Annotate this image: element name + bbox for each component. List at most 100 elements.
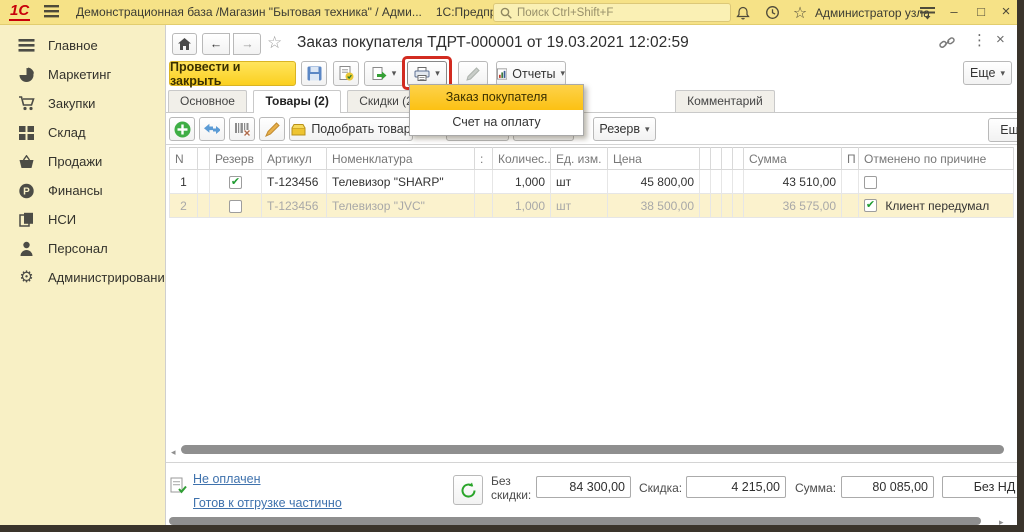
basket-icon (18, 155, 35, 169)
search-icon (500, 7, 512, 19)
report-chart-icon (497, 67, 507, 81)
sidebar-item-marketing[interactable]: Маркетинг (0, 60, 165, 89)
more-dots-icon[interactable]: ⋮ (972, 31, 988, 49)
duplicate-row-button[interactable] (199, 117, 225, 141)
footer-divider (166, 462, 1017, 463)
svg-text:Р: Р (23, 186, 30, 197)
print-menu: Заказ покупателя Счет на оплату (409, 84, 584, 136)
cancelled-checkbox[interactable] (864, 176, 877, 189)
home-button[interactable] (172, 33, 197, 55)
sidebar-item-personal[interactable]: Персонал (0, 234, 165, 263)
post-and-close-button[interactable]: Провести и закрыть (169, 61, 296, 86)
edit-button-disabled[interactable] (458, 61, 488, 86)
favorite-star-icon[interactable]: ☆ (267, 33, 282, 53)
table-row[interactable]: 2 Т-123456 Телевизор "JVC" 1,000 шт 38 5… (170, 194, 1014, 218)
scroll-left-arrow-icon[interactable]: ◂ (171, 447, 176, 458)
print-dropdown-button[interactable]: ▾ (407, 61, 447, 86)
post-document-button[interactable] (333, 61, 359, 86)
vat-field[interactable]: Без НД (942, 476, 1017, 498)
post-actions-dropdown[interactable]: ▾ (364, 61, 404, 86)
reports-dropdown-button[interactable]: Отчеты ▾ (496, 61, 566, 86)
post-document-icon (339, 66, 354, 81)
toolbar-divider (166, 144, 1017, 145)
home-icon (178, 38, 191, 50)
pick-goods-button[interactable]: Подобрать товар (289, 117, 413, 141)
print-menu-item-zakaz[interactable]: Заказ покупателя (410, 85, 583, 110)
menu-lines-icon (18, 39, 35, 52)
sidebar-item-sklad[interactable]: Склад (0, 118, 165, 147)
history-icon[interactable] (762, 4, 782, 21)
cancel-reason-cell[interactable]: Клиент передумал (859, 194, 1014, 218)
table-row[interactable]: 1 Т-123456 Телевизор "SHARP" 1,000 шт 45… (170, 170, 1014, 194)
shipment-status-link[interactable]: Готов к отгрузке частично (193, 496, 342, 510)
cancel-reason-text: Клиент передумал (885, 199, 989, 213)
reserve-dropdown-button[interactable]: Резерв ▾ (593, 117, 656, 141)
notifications-bell-icon[interactable] (733, 4, 753, 21)
main-menu-icon[interactable] (44, 5, 59, 23)
reserve-checkbox[interactable] (229, 200, 242, 213)
close-document-icon[interactable]: × (996, 31, 1005, 48)
form-more-button[interactable]: Еще ▾ (963, 61, 1012, 85)
goods-box-icon (291, 122, 306, 136)
current-user[interactable]: Администратор узла (815, 6, 930, 20)
document-title: Заказ покупателя ТДРТ-000001 от 19.03.20… (297, 34, 689, 52)
pie-chart-icon (18, 67, 35, 83)
forward-button[interactable]: → (233, 33, 261, 55)
discount-field[interactable]: 4 215,00 (686, 476, 786, 498)
document-status-icon (170, 477, 187, 499)
refresh-icon (460, 482, 477, 499)
tab-kommentariy[interactable]: Комментарий (675, 90, 775, 112)
sidebar-item-finansy[interactable]: Р Финансы (0, 176, 165, 205)
add-row-button[interactable] (169, 117, 195, 141)
sum-field[interactable]: 80 085,00 (841, 476, 934, 498)
window-title: Демонстрационная база /Магазин "Бытовая … (76, 5, 529, 19)
cart-icon (18, 96, 35, 111)
cancelled-checkbox[interactable] (864, 199, 877, 212)
gear-icon: ⚙ (18, 270, 35, 286)
printer-icon (414, 67, 430, 81)
sidebar-item-administrirovanie[interactable]: ⚙ Администрирование (0, 263, 165, 292)
change-row-button[interactable] (259, 117, 285, 141)
barcode-icon (235, 122, 250, 136)
tab-osnovnoe[interactable]: Основное (168, 90, 247, 112)
sum-label: Сумма: (795, 481, 836, 495)
pencil-icon (466, 67, 480, 81)
sidebar-item-glavnoe[interactable]: Главное (0, 31, 165, 60)
close-window-button[interactable]: × (997, 2, 1015, 22)
sidebar-item-prodazhi[interactable]: Продажи (0, 147, 165, 176)
goods-table: N РезервАртикул Номенклатура: Количес...… (169, 147, 1014, 218)
no-discount-label: Без скидки: (491, 474, 535, 502)
payment-status-link[interactable]: Не оплачен (193, 472, 261, 486)
print-menu-item-schet[interactable]: Счет на оплату (410, 110, 583, 135)
barcode-scan-button[interactable] (229, 117, 255, 141)
save-button[interactable] (301, 61, 327, 86)
no-discount-field[interactable]: 84 300,00 (536, 476, 631, 498)
table-horizontal-scrollbar[interactable] (181, 445, 1004, 454)
wand-pencil-icon (265, 122, 280, 137)
scroll-right-arrow-icon[interactable]: ▸ (999, 517, 1004, 525)
ruble-coin-icon: Р (18, 183, 35, 199)
recalculate-button[interactable] (453, 475, 483, 505)
grid-icon (18, 126, 35, 140)
person-icon (18, 241, 35, 256)
title-bar: 1С Демонстрационная база /Магазин "Бытов… (0, 0, 1017, 25)
floppy-icon (307, 66, 322, 81)
search-placeholder: Поиск Ctrl+Shift+F (517, 7, 613, 19)
maximize-button[interactable]: □ (972, 2, 990, 22)
table-header-row: N РезервАртикул Номенклатура: Количес...… (170, 148, 1014, 170)
sidebar-item-nsi[interactable]: НСИ (0, 205, 165, 234)
sidebar-item-zakupki[interactable]: Закупки (0, 89, 165, 118)
reserve-checkbox[interactable] (229, 176, 242, 189)
form-horizontal-scrollbar[interactable] (169, 517, 981, 525)
global-search-input[interactable]: Поиск Ctrl+Shift+F (493, 3, 731, 22)
books-icon (18, 212, 35, 227)
discount-label: Скидка: (639, 481, 682, 495)
plus-circle-icon (174, 121, 191, 138)
tab-tovary[interactable]: Товары (2) (253, 90, 340, 113)
favorites-star-icon[interactable]: ☆ (790, 4, 810, 21)
minimize-button[interactable]: – (945, 2, 963, 22)
user-menu-icon[interactable] (917, 4, 937, 21)
table-more-button[interactable]: Еще (988, 118, 1017, 142)
back-button[interactable]: ← (202, 33, 230, 55)
get-link-icon[interactable] (939, 36, 955, 55)
